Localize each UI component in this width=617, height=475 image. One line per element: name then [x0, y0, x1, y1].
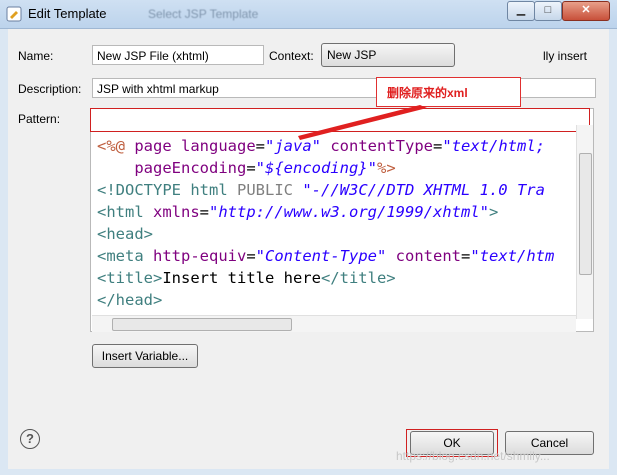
annotation-arrow — [298, 105, 427, 140]
